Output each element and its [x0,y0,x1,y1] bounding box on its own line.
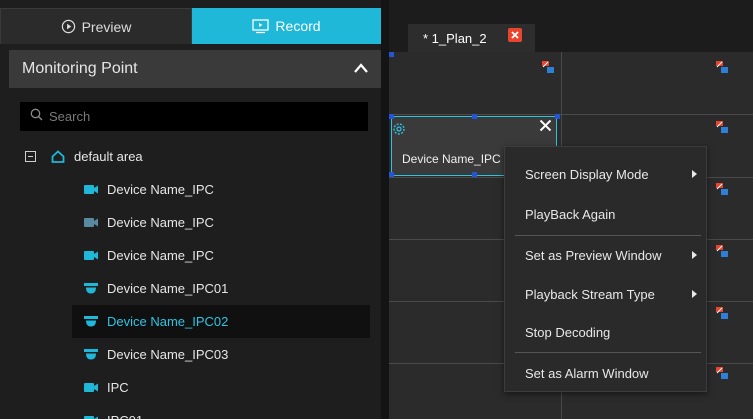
context-menu-item-label: Stop Decoding [525,324,611,340]
tree-area-default[interactable]: default area [25,140,365,173]
window-device-label: Device Name_IPC [402,152,501,166]
camera-icon [84,184,98,195]
search-icon [30,108,43,126]
tab-preview-label: Preview [81,18,132,35]
close-icon[interactable] [508,28,522,42]
camera-icon [84,250,98,261]
tree-device-item[interactable]: IPC01 [72,404,370,419]
context-menu-item[interactable]: Stop Decoding [505,314,708,350]
tab-record[interactable]: Record [192,8,381,44]
record-monitor-icon [252,18,270,34]
resize-handle[interactable] [555,114,560,119]
resize-handle[interactable] [472,172,477,177]
tree-device-label: Device Name_IPC02 [107,314,229,329]
monitoring-point-title: Monitoring Point [22,60,138,77]
camera-icon [84,382,98,393]
panel-divider[interactable] [381,0,389,419]
tree-device-label: Device Name_IPC03 [107,347,229,362]
tree-device-item[interactable]: Device Name_IPC01 [72,272,370,305]
submenu-arrow-icon [692,290,697,298]
plan-tab-label: * 1_Plan_2 [423,30,487,46]
tree-device-label: IPC [107,380,129,395]
tree-area-label: default area [74,149,143,164]
tree-device-label: Device Name_IPC [107,182,214,197]
camera-icon [84,217,98,228]
context-menu-item[interactable]: Set as Preview Window [505,237,708,273]
mode-tabs: Preview Record [0,8,381,44]
tab-preview[interactable]: Preview [0,8,192,44]
left-panel: Preview Record Monitoring Point default … [0,0,381,419]
collapse-toggle-icon[interactable] [25,151,36,162]
tree-device-label: Device Name_IPC01 [107,281,229,296]
context-menu-item-label: Set as Alarm Window [525,365,649,381]
tree-device-item[interactable]: Device Name_IPC02 [72,305,370,338]
context-menu-item[interactable]: Screen Display Mode [505,156,708,192]
camera-status-icon [716,366,728,379]
plan-tab[interactable]: * 1_Plan_2 [408,24,535,52]
tree-device-item[interactable]: Device Name_IPC03 [72,338,370,371]
resize-handle[interactable] [389,172,394,177]
menu-separator [515,352,701,353]
resize-handle[interactable] [389,52,394,57]
context-menu-item-label: Set as Preview Window [525,247,662,263]
camera-status-icon [716,60,728,73]
context-menu-item[interactable]: PlayBack Again [505,196,708,232]
camera-status-icon [716,120,728,133]
camera-icon [84,415,98,419]
resize-handle[interactable] [472,114,477,119]
dome-camera-icon [84,316,98,327]
submenu-arrow-icon [692,170,697,178]
dome-camera-icon [84,349,98,360]
home-icon [51,150,65,163]
tree-device-label: Device Name_IPC [107,248,214,263]
tree-device-label: Device Name_IPC [107,215,214,230]
context-menu-item-label: Screen Display Mode [525,166,649,182]
tab-record-label: Record [275,18,321,34]
tree-device-item[interactable]: IPC [72,371,370,404]
context-menu-item-label: Playback Stream Type [525,286,655,302]
monitoring-point-header[interactable]: Monitoring Point [9,50,381,88]
context-menu-item[interactable]: Playback Stream Type [505,276,708,312]
context-menu-item[interactable]: Set as Alarm Window [505,355,708,391]
context-menu: Screen Display Mode PlayBack Again Set as … [504,146,707,392]
play-circle-icon [61,19,76,34]
grid-line [389,114,753,115]
context-menu-item-label: PlayBack Again [525,206,616,222]
search-input[interactable] [49,109,349,124]
menu-separator [515,235,701,236]
camera-status-icon [542,60,554,73]
tree-device-item[interactable]: Device Name_IPC [72,239,370,272]
tree-device-item[interactable]: Device Name_IPC [72,173,370,206]
tree-device-label: IPC01 [107,413,143,419]
submenu-arrow-icon [692,251,697,259]
chevron-up-icon[interactable] [353,61,369,80]
camera-status-icon [716,182,728,195]
settings-icon[interactable] [392,122,406,141]
plan-tab-bar: * 1_Plan_2 [389,0,753,52]
resize-handle[interactable] [389,114,394,119]
search-box [20,102,368,131]
camera-status-icon [716,244,728,257]
close-window-icon[interactable] [539,119,552,137]
camera-status-icon [716,306,728,319]
dome-camera-icon [84,283,98,294]
tree-device-item[interactable]: Device Name_IPC [72,206,370,239]
